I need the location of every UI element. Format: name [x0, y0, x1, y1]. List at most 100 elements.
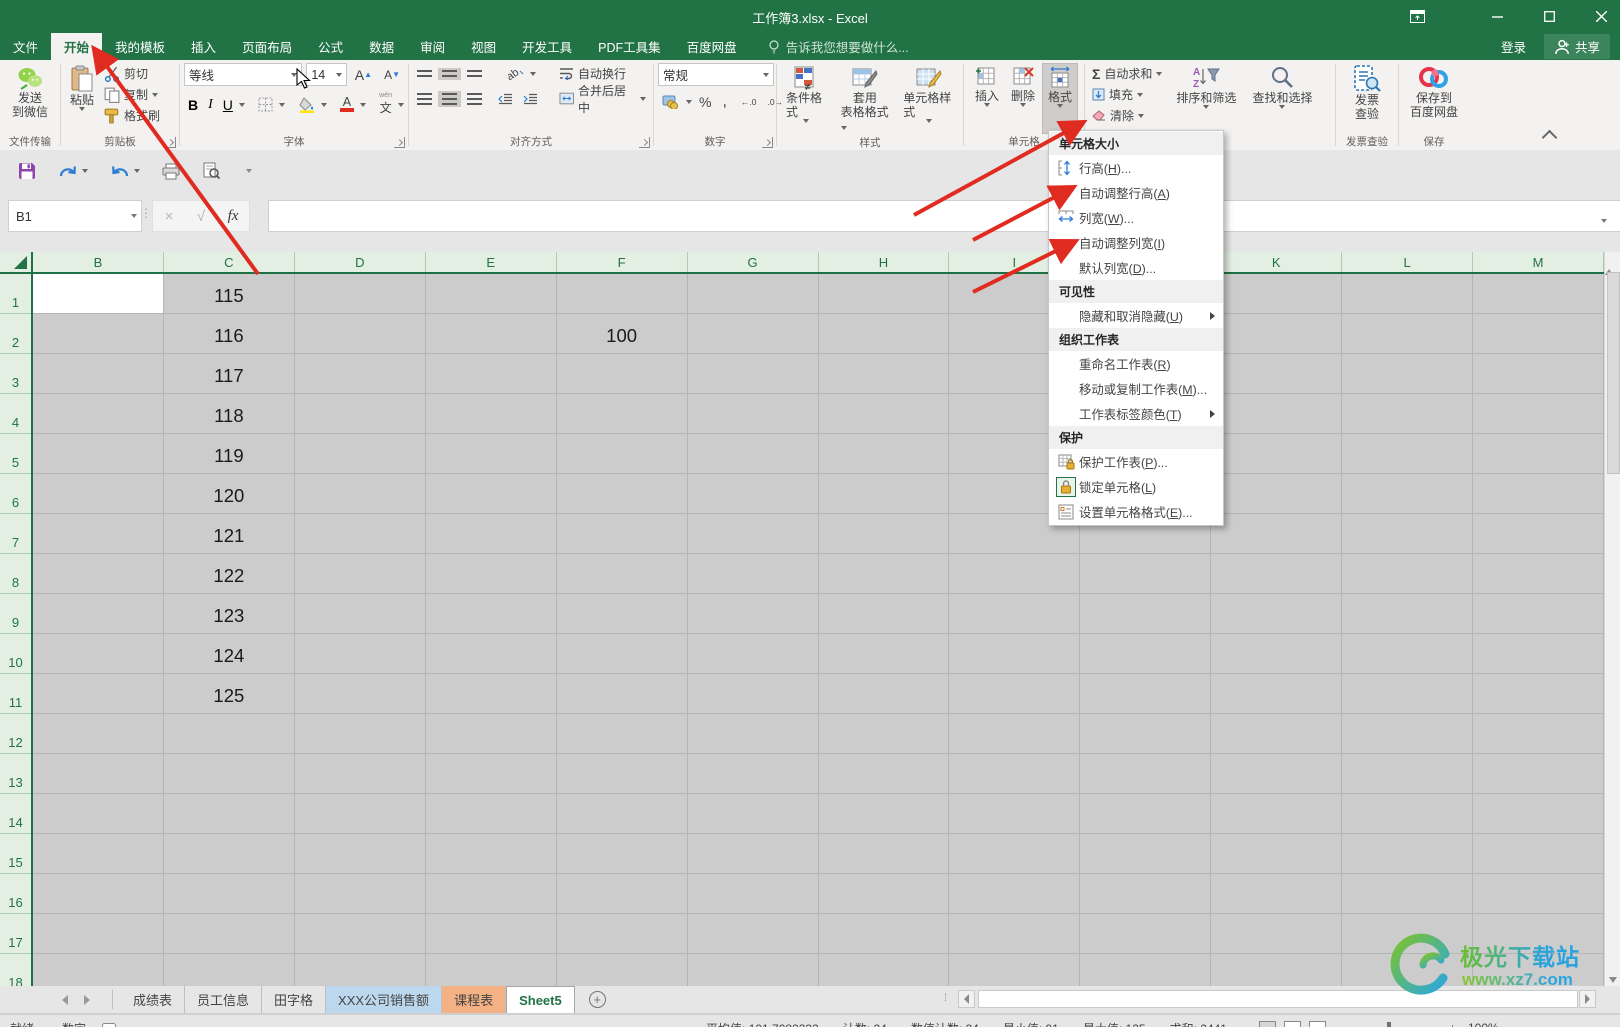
alignment-dialog-launcher[interactable] — [639, 137, 650, 148]
expand-formula-bar-icon[interactable] — [1601, 210, 1607, 228]
cell-H1[interactable] — [818, 274, 950, 314]
macro-record-icon[interactable] — [102, 1023, 117, 1027]
row-header-7[interactable]: 7 — [0, 514, 31, 554]
cell-K5[interactable] — [1211, 434, 1343, 474]
cell-K4[interactable] — [1211, 394, 1343, 434]
align-middle-icon[interactable] — [438, 67, 461, 80]
cell-H5[interactable] — [818, 434, 950, 474]
cell-L2[interactable] — [1342, 314, 1474, 354]
cell-E6[interactable] — [425, 474, 557, 514]
cell-C7[interactable]: 121 — [163, 514, 295, 554]
next-sheet-icon[interactable] — [84, 994, 90, 1005]
cell-M3[interactable] — [1473, 354, 1604, 394]
conditional-formatting-button[interactable]: ≠ 条件格式 — [781, 63, 832, 135]
cell-F4[interactable] — [556, 394, 688, 434]
menu-item-tab-color[interactable]: 工作表标签颜色(T) — [1049, 401, 1223, 426]
name-box[interactable]: B1 — [8, 200, 142, 232]
cell-M9[interactable] — [1473, 594, 1604, 634]
cell-B16[interactable] — [33, 874, 164, 914]
cell-F9[interactable] — [556, 594, 688, 634]
increase-font-icon[interactable]: A ▲ — [351, 65, 376, 85]
cell-K18[interactable] — [1211, 954, 1343, 986]
page-break-view-icon[interactable] — [1308, 1020, 1326, 1027]
font-dialog-launcher[interactable] — [394, 137, 405, 148]
cell-B17[interactable] — [33, 914, 164, 954]
cell-K9[interactable] — [1211, 594, 1343, 634]
cell-J18[interactable] — [1080, 954, 1212, 986]
cell-B1[interactable] — [33, 274, 164, 314]
cell-C16[interactable] — [163, 874, 295, 914]
cell-D8[interactable] — [294, 554, 426, 594]
menu-item-format-cells[interactable]: 设置单元格格式(E)... — [1049, 499, 1223, 524]
cell-E8[interactable] — [425, 554, 557, 594]
cut-button[interactable]: 剪切 — [101, 63, 163, 84]
sheet-tab-sheet5[interactable]: Sheet5 — [506, 986, 575, 1013]
cell-B3[interactable] — [33, 354, 164, 394]
tab-my-templates[interactable]: 我的模板 — [102, 33, 178, 60]
fill-color-icon[interactable] — [295, 95, 319, 115]
cell-E17[interactable] — [425, 914, 557, 954]
cell-H18[interactable] — [819, 954, 950, 986]
cell-D16[interactable] — [294, 874, 426, 914]
cell-G6[interactable] — [687, 474, 819, 514]
tab-insert[interactable]: 插入 — [178, 33, 229, 60]
percent-style-button[interactable]: % — [695, 92, 715, 112]
save-to-baidu-button[interactable]: 保存到 百度网盘 — [1405, 63, 1463, 134]
cell-H9[interactable] — [818, 594, 950, 634]
maximize-button[interactable] — [1532, 0, 1566, 33]
ribbon-display-options-icon[interactable] — [1400, 0, 1434, 33]
cell-L4[interactable] — [1342, 394, 1474, 434]
cell-E11[interactable] — [425, 674, 557, 714]
cell-K11[interactable] — [1211, 674, 1343, 714]
cell-C10[interactable]: 124 — [163, 634, 295, 674]
customize-qat-caret[interactable] — [246, 169, 252, 173]
cell-B13[interactable] — [33, 754, 164, 794]
cell-C5[interactable]: 119 — [163, 434, 295, 474]
cell-B11[interactable] — [33, 674, 164, 714]
row-header-5[interactable]: 5 — [0, 434, 31, 474]
cell-C17[interactable] — [163, 914, 295, 954]
cell-D4[interactable] — [294, 394, 426, 434]
cell-J10[interactable] — [1080, 634, 1212, 674]
cell-I11[interactable] — [949, 674, 1081, 714]
cell-D7[interactable] — [294, 514, 426, 554]
cell-F5[interactable] — [556, 434, 688, 474]
cell-E3[interactable] — [425, 354, 557, 394]
hscroll-left-icon[interactable] — [958, 990, 975, 1008]
cell-I10[interactable] — [949, 634, 1081, 674]
cell-D1[interactable] — [294, 274, 426, 314]
cell-H4[interactable] — [818, 394, 950, 434]
cell-J13[interactable] — [1080, 754, 1212, 794]
cell-H11[interactable] — [818, 674, 950, 714]
cell-F18[interactable] — [557, 954, 688, 986]
tab-pdf-tools[interactable]: PDF工具集 — [585, 33, 674, 60]
cell-D5[interactable] — [294, 434, 426, 474]
cell-L10[interactable] — [1342, 634, 1474, 674]
invoice-check-button[interactable]: 发票 查验 — [1348, 63, 1386, 134]
paste-button[interactable]: 粘贴 — [65, 63, 99, 134]
row-header-16[interactable]: 16 — [0, 874, 31, 914]
cell-D9[interactable] — [294, 594, 426, 634]
save-button[interactable] — [18, 162, 36, 180]
accounting-format-icon[interactable] — [658, 93, 683, 111]
sheet-tab-tianzige[interactable]: 田字格 — [262, 986, 327, 1013]
formula-input[interactable] — [268, 200, 1620, 232]
cell-I8[interactable] — [949, 554, 1081, 594]
cell-H16[interactable] — [818, 874, 950, 914]
row-header-15[interactable]: 15 — [0, 834, 31, 874]
cell-F2[interactable]: 100 — [556, 314, 688, 354]
borders-icon[interactable] — [254, 95, 277, 114]
cell-C13[interactable] — [163, 754, 295, 794]
cell-M1[interactable] — [1473, 274, 1604, 314]
format-button[interactable]: 格式 — [1042, 63, 1079, 134]
quick-print-button[interactable] — [162, 163, 180, 180]
cell-styles-button[interactable]: 单元格样式 — [898, 63, 959, 135]
decrease-indent-icon[interactable] — [494, 91, 517, 107]
sheet-tab-schedule[interactable]: 课程表 — [442, 986, 507, 1013]
cell-K7[interactable] — [1211, 514, 1343, 554]
cell-G10[interactable] — [687, 634, 819, 674]
cell-K12[interactable] — [1211, 714, 1343, 754]
cell-L7[interactable] — [1342, 514, 1474, 554]
cell-D11[interactable] — [294, 674, 426, 714]
cell-H15[interactable] — [818, 834, 950, 874]
